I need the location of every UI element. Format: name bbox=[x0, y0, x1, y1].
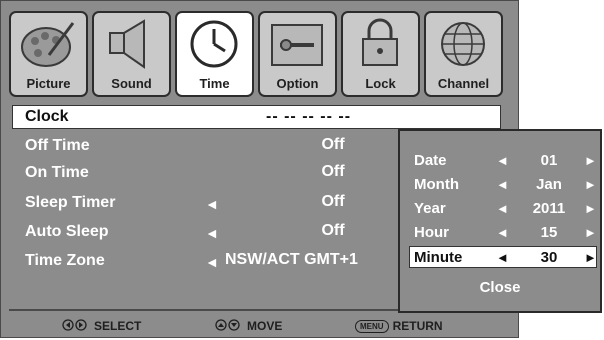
right-arrow-icon[interactable]: ► bbox=[584, 250, 597, 265]
minute-value: 30 bbox=[540, 249, 558, 266]
toolbox-icon bbox=[271, 24, 323, 66]
menu-key-icon: MENU bbox=[355, 320, 389, 333]
help-select: SELECT bbox=[62, 319, 141, 333]
minute-row[interactable]: Minute ◄ 30 ► bbox=[409, 246, 597, 268]
right-arrow-icon[interactable]: ► bbox=[584, 153, 597, 168]
off-time-value: Off bbox=[321, 136, 345, 153]
help-select-label: SELECT bbox=[94, 319, 142, 333]
help-move-label: MOVE bbox=[247, 319, 283, 333]
help-return-label: RETURN bbox=[392, 319, 443, 333]
help-move: MOVE bbox=[215, 319, 282, 333]
padlock-icon bbox=[362, 18, 398, 66]
datetime-popup: Date ◄ 01 ► Month ◄ Jan ► Year ◄ 2011 ► … bbox=[398, 129, 602, 313]
tab-time[interactable]: Time bbox=[175, 11, 254, 97]
time-zone-value: NSW/ACT GMT+1 bbox=[225, 251, 358, 268]
date-value: 01 bbox=[540, 152, 558, 169]
year-label: Year bbox=[414, 200, 446, 217]
left-arrow-icon[interactable]: ◄ bbox=[205, 254, 219, 270]
tab-channel[interactable]: Channel bbox=[424, 11, 503, 97]
left-right-nav-icon bbox=[62, 319, 87, 331]
date-row[interactable]: Date ◄ 01 ► bbox=[400, 150, 600, 172]
globe-icon bbox=[441, 22, 485, 66]
date-label: Date bbox=[414, 152, 447, 169]
right-arrow-icon[interactable]: ► bbox=[584, 177, 597, 192]
clock-icon bbox=[190, 20, 238, 68]
tab-label: Time bbox=[199, 76, 230, 91]
left-arrow-icon[interactable]: ◄ bbox=[496, 153, 509, 168]
left-arrow-icon[interactable]: ◄ bbox=[496, 250, 509, 265]
left-arrow-icon[interactable]: ◄ bbox=[205, 196, 219, 212]
tab-lock[interactable]: Lock bbox=[341, 11, 420, 97]
palette-icon bbox=[21, 22, 75, 67]
tab-label: Picture bbox=[26, 76, 71, 91]
clock-row[interactable]: Clock -- -- -- -- -- bbox=[12, 105, 501, 129]
tab-option[interactable]: Option bbox=[258, 11, 337, 97]
tab-sound[interactable]: Sound bbox=[92, 11, 171, 97]
month-value: Jan bbox=[536, 176, 562, 193]
hour-value: 15 bbox=[540, 224, 558, 241]
clock-label: Clock bbox=[25, 108, 69, 125]
up-down-nav-icon bbox=[215, 319, 240, 331]
time-zone-label: Time Zone bbox=[25, 252, 105, 269]
hour-row[interactable]: Hour ◄ 15 ► bbox=[400, 222, 600, 244]
tab-label: Lock bbox=[365, 76, 396, 91]
sleep-timer-label: Sleep Timer bbox=[25, 194, 116, 211]
speaker-icon bbox=[109, 19, 145, 69]
year-value: 2011 bbox=[532, 200, 566, 217]
minute-label: Minute bbox=[414, 249, 463, 266]
sleep-timer-value: Off bbox=[321, 193, 345, 210]
left-arrow-icon[interactable]: ◄ bbox=[496, 225, 509, 240]
on-time-label: On Time bbox=[25, 164, 89, 181]
tab-label: Sound bbox=[111, 76, 152, 91]
auto-sleep-label: Auto Sleep bbox=[25, 223, 109, 240]
hour-label: Hour bbox=[414, 224, 449, 241]
clock-value: -- -- -- -- -- bbox=[266, 108, 352, 125]
right-arrow-icon[interactable]: ► bbox=[584, 225, 597, 240]
close-button[interactable]: Close bbox=[400, 279, 600, 296]
help-return: MENU RETURN bbox=[355, 319, 443, 333]
left-arrow-icon[interactable]: ◄ bbox=[496, 177, 509, 192]
month-label: Month bbox=[414, 176, 459, 193]
on-time-value: Off bbox=[321, 163, 345, 180]
tab-picture[interactable]: Picture bbox=[9, 11, 88, 97]
left-arrow-icon[interactable]: ◄ bbox=[496, 201, 509, 216]
year-row[interactable]: Year ◄ 2011 ► bbox=[400, 198, 600, 220]
tab-label: Option bbox=[276, 76, 319, 91]
right-arrow-icon[interactable]: ► bbox=[584, 201, 597, 216]
left-arrow-icon[interactable]: ◄ bbox=[205, 225, 219, 241]
month-row[interactable]: Month ◄ Jan ► bbox=[400, 174, 600, 196]
tab-label: Channel bbox=[437, 76, 490, 91]
off-time-label: Off Time bbox=[25, 137, 90, 154]
auto-sleep-value: Off bbox=[321, 222, 345, 239]
